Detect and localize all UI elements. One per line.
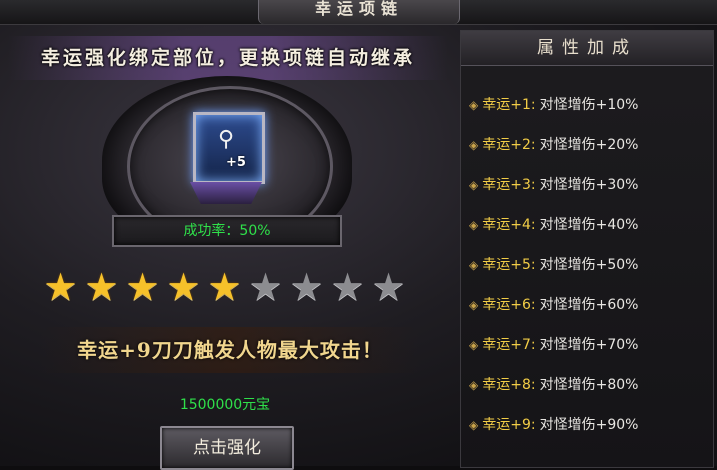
attributes-title: 属性加成 [537,38,637,58]
attribute-row: ◈ 幸运+1: 对怪增伤+10% [469,95,638,115]
attribute-level: 幸运+4: [482,217,536,233]
enhance-button[interactable]: 点击强化 [160,426,294,470]
slot-pedestal [190,182,262,204]
star-lit-icon: ★ [84,265,119,309]
star-lit-icon: ★ [207,265,242,309]
attribute-row: ◈ 幸运+6: 对怪增伤+60% [469,295,638,315]
attribute-level: 幸运+6: [482,297,536,313]
star-empty-icon: ★ [289,265,324,309]
star-empty-icon: ★ [330,265,365,309]
attribute-row: ◈ 幸运+7: 对怪增伤+70% [469,335,638,355]
attributes-panel: 属性加成 ◈ 幸运+1: 对怪增伤+10% ◈ 幸运+2: 对怪增伤+20% ◈ 幸运+3… [460,30,714,468]
banner-text: 幸运强化绑定部位，更换项链自动继承 [40,47,415,69]
attribute-level: 幸运+9: [482,417,536,433]
star-lit-icon: ★ [43,265,78,309]
success-rate: 成功率：50% [112,215,342,247]
attribute-bonus: 对怪增伤+60% [539,297,639,313]
item-level-badge: +5 [226,155,246,170]
diamond-icon: ◈ [469,178,479,192]
window-title: 幸运项链 [314,0,403,18]
star-lit-icon: ★ [166,265,201,309]
diamond-icon: ◈ [469,98,479,112]
attribute-bonus: 对怪增伤+70% [539,337,639,353]
cost-label: 1500000元宝 [179,397,271,413]
diamond-icon: ◈ [469,338,479,352]
title-cap: 幸运项链 [258,0,460,24]
necklace-icon: ⚲ [218,127,235,152]
diamond-icon: ◈ [469,218,479,232]
diamond-icon: ◈ [469,258,479,272]
star-rating: ★ ★ ★ ★ ★ ★ ★ ★ ★ [40,267,409,307]
attribute-bonus: 对怪增伤+90% [539,417,639,433]
attribute-level: 幸运+7: [482,337,536,353]
attribute-level: 幸运+2: [482,137,536,153]
attribute-row: ◈ 幸运+8: 对怪增伤+80% [469,375,638,395]
attribute-bonus: 对怪增伤+80% [539,377,639,393]
attribute-bonus: 对怪增伤+50% [539,257,639,273]
attribute-bonus: 对怪增伤+10% [539,97,639,113]
star-empty-icon: ★ [248,265,283,309]
attribute-row: ◈ 幸运+5: 对怪增伤+50% [469,255,638,275]
lucky-necklace-window: 幸运项链 幸运强化绑定部位，更换项链自动继承 ⚲ +5 成功率：50% ★ ★ ★ ★… [0,0,717,470]
star-empty-icon: ★ [371,265,406,309]
attribute-level: 幸运+3: [482,177,536,193]
attribute-row: ◈ 幸运+9: 对怪增伤+90% [469,415,638,435]
attribute-row: ◈ 幸运+3: 对怪增伤+30% [469,175,638,195]
title-bar: 幸运项链 [0,0,717,25]
diamond-icon: ◈ [469,298,479,312]
banner: 幸运强化绑定部位，更换项链自动继承 [8,36,448,80]
attribute-row: ◈ 幸运+2: 对怪增伤+20% [469,135,638,155]
diamond-icon: ◈ [469,138,479,152]
attribute-level: 幸运+5: [482,257,536,273]
enhance-panel: 幸运强化绑定部位，更换项链自动继承 ⚲ +5 成功率：50% ★ ★ ★ ★ ★ ★ ★ ★ ★… [0,24,455,470]
diamond-icon: ◈ [469,418,479,432]
star-lit-icon: ★ [125,265,160,309]
diamond-icon: ◈ [469,378,479,392]
attribute-row: ◈ 幸运+4: 对怪增伤+40% [469,215,638,235]
attribute-bonus: 对怪增伤+20% [539,137,639,153]
attribute-bonus: 对怪增伤+40% [539,217,639,233]
attribute-level: 幸运+1: [482,97,536,113]
attributes-header: 属性加成 [461,31,713,66]
attribute-bonus: 对怪增伤+30% [539,177,639,193]
attribute-level: 幸运+8: [482,377,536,393]
item-slot[interactable]: ⚲ +5 [193,112,265,184]
max-bonus-tip: 幸运+9刀刀触发人物最大攻击！ [40,327,420,373]
